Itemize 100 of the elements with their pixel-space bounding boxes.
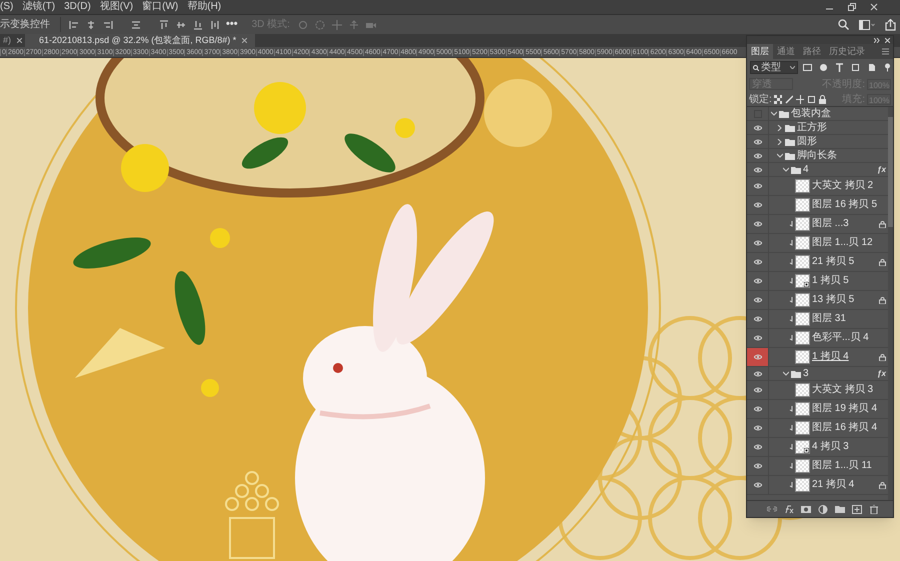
layer-row[interactable]: 色彩平...贝 4: [747, 329, 888, 348]
layer-name[interactable]: 4: [803, 164, 809, 174]
layer-row[interactable]: 图层 31: [747, 310, 888, 329]
layer-filter-icon[interactable]: [883, 63, 892, 72]
align-icon[interactable]: [193, 20, 203, 30]
panel-tab[interactable]: 路径: [799, 44, 825, 59]
layer-name[interactable]: 色彩平...贝 4: [812, 333, 869, 343]
layer-name[interactable]: 脚向长条: [797, 150, 837, 160]
layer-name[interactable]: 大英文 拷贝 3: [812, 385, 874, 395]
layer-name[interactable]: 1 拷贝 4: [812, 352, 849, 362]
menu-item[interactable]: 帮助(H): [187, 2, 222, 12]
panel-tab[interactable]: 历史记录: [825, 44, 869, 59]
panel-tab[interactable]: 图层: [747, 44, 773, 59]
more-button[interactable]: •••: [220, 16, 244, 33]
layer-row[interactable]: 1 拷贝 4: [747, 348, 888, 367]
layer-row[interactable]: 图层 19 拷贝 4: [747, 400, 888, 419]
layer-row[interactable]: 13 拷贝 5: [747, 291, 888, 310]
share-icon[interactable]: [885, 18, 896, 30]
layer-row[interactable]: 21 拷贝 4: [747, 476, 888, 495]
chevron-down-icon[interactable]: [783, 370, 789, 376]
layer-row[interactable]: 图层 16 拷贝 5: [747, 196, 888, 215]
filter-dropdown[interactable]: 类型: [750, 61, 798, 74]
menu-item[interactable]: 视图(V): [100, 2, 134, 12]
close-icon[interactable]: [242, 38, 248, 43]
panel-tab[interactable]: 通道: [773, 44, 799, 59]
layer-name[interactable]: 21 拷贝 4: [812, 480, 854, 490]
close-icon[interactable]: [885, 38, 890, 42]
layer-row[interactable]: 图层 1...贝 11: [747, 457, 888, 476]
layer-name[interactable]: 13 拷贝 5: [812, 295, 854, 305]
layer-group-row[interactable]: 正方形: [747, 121, 888, 135]
layer-name[interactable]: 包装内盒: [791, 108, 831, 118]
lock-option-icon[interactable]: [784, 94, 793, 104]
layer-name[interactable]: 3: [803, 368, 809, 378]
align-icon[interactable]: [210, 20, 220, 30]
workspace-icon[interactable]: [859, 20, 875, 30]
lock-option-icon[interactable]: [806, 94, 815, 104]
mask-icon[interactable]: [801, 504, 811, 514]
layer-name[interactable]: 正方形: [797, 122, 827, 132]
scrollbar[interactable]: [888, 107, 893, 500]
layer-row[interactable]: 1 拷贝 5: [747, 272, 888, 291]
close-icon[interactable]: [870, 3, 878, 11]
align-icon[interactable]: [176, 20, 186, 30]
effects-badge[interactable]: ƒx: [877, 368, 886, 380]
effects-badge[interactable]: ƒx: [877, 164, 886, 176]
layer-row[interactable]: 4 拷贝 3: [747, 438, 888, 457]
close-icon[interactable]: [17, 38, 22, 43]
link-icon[interactable]: [767, 504, 777, 514]
layer-group-row[interactable]: 4 ƒx: [747, 163, 888, 177]
align-icon[interactable]: [159, 20, 169, 30]
lock-option-icon[interactable]: [774, 94, 782, 104]
layer-name[interactable]: 大英文 拷贝 2: [812, 181, 874, 191]
layer-name[interactable]: 4 拷贝 3: [812, 442, 849, 452]
menu-item[interactable]: 滤镜(T): [22, 2, 56, 12]
trash-icon[interactable]: [869, 504, 879, 514]
adjustment-icon[interactable]: [818, 504, 828, 514]
folder-icon[interactable]: [835, 504, 845, 514]
align-icon[interactable]: [69, 20, 79, 30]
document-tab[interactable]: 61-20210813.psd @ 32.2% (包装盒面, RGB/8#) *: [25, 34, 256, 47]
menu-item[interactable]: 3D(D): [64, 2, 91, 12]
layer-row[interactable]: 图层 1...贝 12: [747, 234, 888, 253]
layer-name[interactable]: 图层 31: [812, 314, 846, 324]
layer-row[interactable]: 图层 16 拷贝 4: [747, 419, 888, 438]
layer-name[interactable]: 图层 19 拷贝 4: [812, 404, 878, 414]
menu-item[interactable]: 窗口(W): [142, 2, 178, 12]
layer-filter-icon[interactable]: [835, 63, 844, 72]
align-icon[interactable]: [103, 20, 113, 30]
restore-icon[interactable]: [848, 3, 856, 11]
layer-name[interactable]: 圆形: [797, 136, 817, 146]
search-icon[interactable]: [838, 19, 849, 30]
align-icon[interactable]: [131, 20, 141, 30]
align-icon[interactable]: [86, 20, 96, 30]
new-layer-icon[interactable]: [852, 504, 862, 514]
layer-row[interactable]: 21 拷贝 5: [747, 253, 888, 272]
chevron-down-icon[interactable]: [783, 166, 789, 172]
layer-row[interactable]: 大英文 拷贝 2: [747, 177, 888, 196]
layer-row[interactable]: 图层 ...3: [747, 215, 888, 234]
layer-group-row[interactable]: 3 ƒx: [747, 367, 888, 381]
eye-icon: [754, 463, 762, 469]
layer-row[interactable]: 大英文 拷贝 3: [747, 381, 888, 400]
layer-name[interactable]: 21 拷贝 5: [812, 257, 854, 267]
layer-name[interactable]: 图层 ...3: [812, 219, 849, 229]
collapse-icon[interactable]: [874, 38, 880, 42]
layer-name[interactable]: 图层 16 拷贝 5: [812, 200, 878, 210]
layer-group-row[interactable]: 圆形: [747, 135, 888, 149]
effects-icon[interactable]: [784, 504, 794, 514]
panel-menu-icon[interactable]: [882, 48, 889, 55]
layer-name[interactable]: 1 拷贝 5: [812, 276, 849, 286]
visibility-toggle[interactable]: [747, 348, 769, 366]
menu-item[interactable]: (S): [0, 2, 14, 12]
chevron-down-icon[interactable]: [771, 110, 777, 116]
chevron-down-icon[interactable]: [777, 152, 783, 158]
layer-group-row[interactable]: 脚向长条: [747, 149, 888, 163]
layer-name[interactable]: 图层 1...贝 11: [812, 461, 872, 471]
lock-option-icon[interactable]: [796, 94, 804, 104]
layer-name[interactable]: 图层 16 拷贝 4: [812, 423, 878, 433]
layer-name[interactable]: 图层 1...贝 12: [812, 238, 873, 248]
chevron-right-icon[interactable]: [777, 138, 783, 144]
chevron-right-icon[interactable]: [777, 124, 783, 130]
layer-group-row[interactable]: 包装内盒: [747, 107, 888, 121]
lock-option-icon[interactable]: [818, 94, 826, 104]
